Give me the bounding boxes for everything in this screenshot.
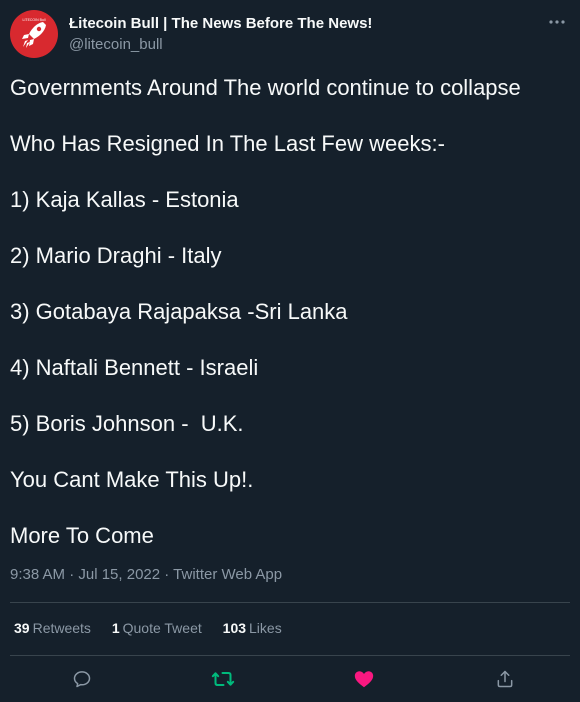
reply-icon[interactable] (67, 664, 97, 694)
avatar-logo-text: LITECOIN Bull (23, 18, 46, 22)
retweets-stat[interactable]: 39 Retweets (14, 620, 91, 636)
author-handle[interactable]: @litecoin_bull (69, 36, 163, 53)
tweet-timestamp[interactable]: 9:38 AM · Jul 15, 2022 · Twitter Web App (10, 566, 282, 583)
tweet-line: 3) Gotabaya Rajapaksa -Sri Lanka (10, 299, 348, 324)
tweet-line: 5) Boris Johnson - U.K. (10, 411, 244, 436)
tweet-card: LITECOIN Bull Łitecoin Bull | The News B… (0, 0, 580, 702)
heart-icon[interactable] (349, 664, 379, 694)
likes-count: 103 (222, 620, 247, 636)
tweet-line: Governments Around The world continue to… (10, 75, 521, 100)
likes-stat[interactable]: 103 Likes (223, 620, 282, 636)
tweet-line: More To Come (10, 523, 154, 548)
likes-label: Likes (249, 620, 282, 636)
author-name[interactable]: Łitecoin Bull | The News Before The News… (69, 15, 372, 32)
tweet-line: 1) Kaja Kallas - Estonia (10, 187, 239, 212)
divider (10, 655, 570, 656)
retweet-icon[interactable] (208, 664, 238, 694)
quote-tweets-stat[interactable]: 1 Quote Tweet (112, 620, 202, 636)
share-icon[interactable] (490, 664, 520, 694)
avatar[interactable]: LITECOIN Bull (10, 10, 58, 58)
tweet-actions (0, 664, 580, 694)
tweet-text: Governments Around The world continue to… (10, 72, 570, 576)
retweets-label: Retweets (32, 620, 91, 636)
tweet-line: Who Has Resigned In The Last Few weeks:- (10, 131, 445, 156)
more-options-icon[interactable] (546, 13, 568, 31)
tweet-line: 4) Naftali Bennett - Israeli (10, 355, 259, 380)
rocket-icon: LITECOIN Bull (22, 18, 46, 48)
tweet-header: LITECOIN Bull Łitecoin Bull | The News B… (10, 10, 570, 58)
retweets-count: 39 (14, 620, 30, 636)
tweet-line: 2) Mario Draghi - Italy (10, 243, 222, 268)
tweet-stats: 39 Retweets 1 Quote Tweet 103 Likes (14, 620, 299, 636)
quote-tweets-count: 1 (111, 620, 120, 636)
divider (10, 602, 570, 603)
quote-tweets-label: Quote Tweet (122, 620, 202, 636)
tweet-line: You Cant Make This Up!. (10, 467, 254, 492)
